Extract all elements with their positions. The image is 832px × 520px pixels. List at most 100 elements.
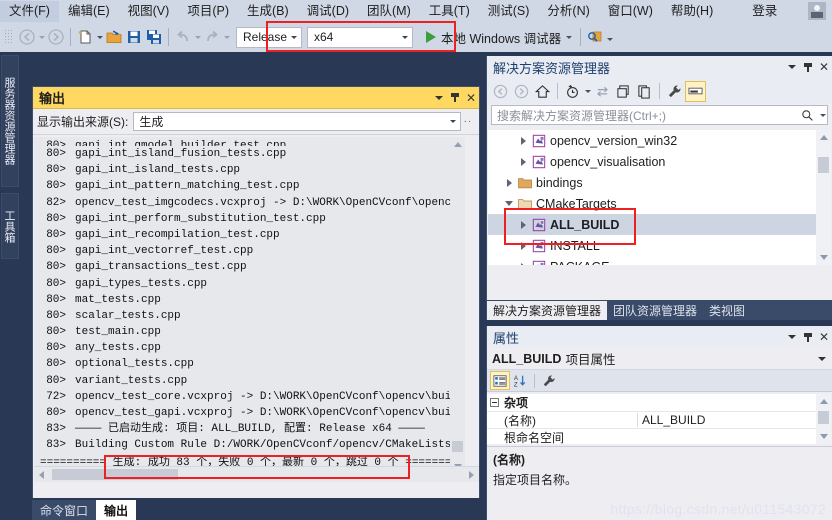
menu-item-view[interactable]: 视图(V) [119,1,179,22]
chevron-down-icon[interactable] [784,328,800,346]
menu-item-debug[interactable]: 调试(D) [298,1,358,22]
chevron-right-icon[interactable] [516,220,530,229]
show-all-files-icon[interactable] [634,81,655,102]
new-file-dropdown-icon[interactable] [95,27,104,47]
tab-output[interactable]: 输出 [96,500,137,520]
properties-scrollbar[interactable] [816,394,831,444]
save-all-icon[interactable] [144,27,164,47]
dock-tab-toolbox[interactable]: 工具箱 [1,193,19,259]
chevron-right-icon[interactable] [516,136,530,145]
tab-solution-explorer[interactable]: 解决方案资源管理器 [487,301,608,320]
save-icon[interactable] [124,27,144,47]
chevron-down-icon[interactable] [564,27,573,47]
categorized-icon[interactable] [490,371,510,390]
collapse-all-icon[interactable] [613,81,634,102]
menu-item-analyze[interactable]: 分析(N) [538,1,598,22]
chevron-down-icon[interactable] [446,120,460,123]
scrollbar-thumb[interactable] [818,411,829,424]
open-folder-icon[interactable] [104,27,124,47]
search-icon[interactable] [796,109,818,122]
property-row[interactable]: 根命名空间 [487,428,817,445]
pin-icon[interactable] [800,328,816,346]
menu-item-tools[interactable]: 工具(T) [420,1,479,22]
menu-item-team[interactable]: 团队(M) [358,1,420,22]
menu-item-edit[interactable]: 编辑(E) [59,1,119,22]
solution-configuration-combo[interactable]: Release [236,26,302,48]
undo-icon[interactable] [173,27,193,47]
menu-item-build[interactable]: 生成(B) [238,1,298,22]
menu-item-file[interactable]: 文件(F) [0,0,59,22]
property-category-row[interactable]: 杂项 [487,394,817,411]
start-debugging-button[interactable]: 本地 Windows 调试器 [423,26,576,48]
tree-item-opencv-version-win32[interactable]: opencv_version_win32 [488,130,818,151]
toolbar-grip[interactable] [4,29,14,45]
scroll-left-icon[interactable] [34,467,49,482]
pending-changes-icon[interactable] [562,81,583,102]
scroll-right-icon[interactable] [464,467,479,482]
menu-item-help[interactable]: 帮助(H) [662,1,722,22]
solution-tree-scrollbar[interactable] [816,130,831,265]
chevron-down-icon[interactable] [431,89,447,107]
tree-item-opencv-visualisation[interactable]: opencv_visualisation [488,151,818,172]
close-icon[interactable]: ✕ [816,328,832,346]
menu-item-window[interactable]: 窗口(W) [599,1,662,22]
close-icon[interactable]: ✕ [463,89,479,107]
properties-grid[interactable]: 杂项 (名称) ALL_BUILD 根命名空间 [487,394,817,445]
new-file-icon[interactable] [75,27,95,47]
undo-dropdown-icon[interactable] [193,27,202,47]
tab-command-window[interactable]: 命令窗口 [32,500,97,520]
tab-class-view[interactable]: 类视图 [703,301,751,320]
toolbar-overflow-icon[interactable] [605,29,614,49]
scrollbar-thumb[interactable] [818,157,829,173]
output-text-area[interactable]: 80> gapi_int_gmodel_builder_test.cpp 80> ga… [34,137,464,474]
back-icon[interactable] [490,81,511,102]
tree-item-package[interactable]: PACKAGE [488,256,818,265]
chevron-down-icon[interactable] [502,201,516,206]
forward-icon[interactable] [511,81,532,102]
chevron-right-icon[interactable] [516,262,530,265]
property-pages-icon[interactable] [539,371,559,390]
chevron-down-icon[interactable] [818,356,826,361]
account-icon[interactable] [808,2,826,20]
tree-item-install[interactable]: INSTALL [488,235,818,256]
tree-item-all-build[interactable]: ALL_BUILD [488,214,818,235]
output-vertical-scrollbar[interactable] [450,137,465,474]
back-dropdown-icon[interactable] [37,27,46,47]
chevron-right-icon[interactable] [502,178,516,187]
arrow-back-icon[interactable] [17,27,37,47]
menu-item-project[interactable]: 项目(P) [178,1,238,22]
find-in-files-icon[interactable] [585,27,605,47]
property-row[interactable]: (名称) ALL_BUILD [487,411,817,428]
arrow-forward-icon[interactable] [46,27,66,47]
output-source-combo[interactable]: 生成 [133,112,461,131]
chevron-right-icon[interactable] [516,157,530,166]
menu-item-test[interactable]: 测试(S) [479,1,539,22]
scroll-up-icon[interactable] [816,130,831,145]
chevron-down-icon[interactable] [398,28,412,47]
search-options-chevron-icon[interactable] [818,105,827,125]
solution-platform-combo[interactable]: x64 [307,26,413,48]
pin-icon[interactable] [447,89,463,107]
collapse-toggle-icon[interactable] [490,398,499,407]
sign-in-button[interactable]: 登录 [744,1,785,21]
scroll-up-icon[interactable] [816,394,831,409]
dock-tab-server-explorer[interactable]: 服务器资源管理器 [1,55,19,187]
scroll-up-icon[interactable] [450,137,465,152]
redo-dropdown-icon[interactable] [222,27,231,47]
output-toolbar-overflow-icon[interactable]: ·· [461,116,475,127]
output-horizontal-scrollbar[interactable] [34,466,479,482]
properties-object-combo[interactable]: ALL_BUILD 项目属性 [487,348,832,370]
solution-tree[interactable]: opencv_version_win32 opencv_visualisation… [488,130,818,265]
chevron-right-icon[interactable] [516,241,530,250]
preview-pane-icon[interactable] [685,80,706,102]
chevron-down-icon[interactable] [287,28,301,47]
home-icon[interactable] [532,81,553,102]
properties-wrench-icon[interactable] [664,81,685,102]
chevron-down-icon[interactable] [784,58,800,76]
chevron-down-icon[interactable] [583,81,592,101]
tree-item-cmaketargets[interactable]: CMakeTargets [488,193,818,214]
pin-icon[interactable] [800,58,816,76]
sync-icon[interactable] [592,81,613,102]
property-value[interactable]: ALL_BUILD [637,413,817,427]
tree-item-bindings[interactable]: bindings [488,172,818,193]
